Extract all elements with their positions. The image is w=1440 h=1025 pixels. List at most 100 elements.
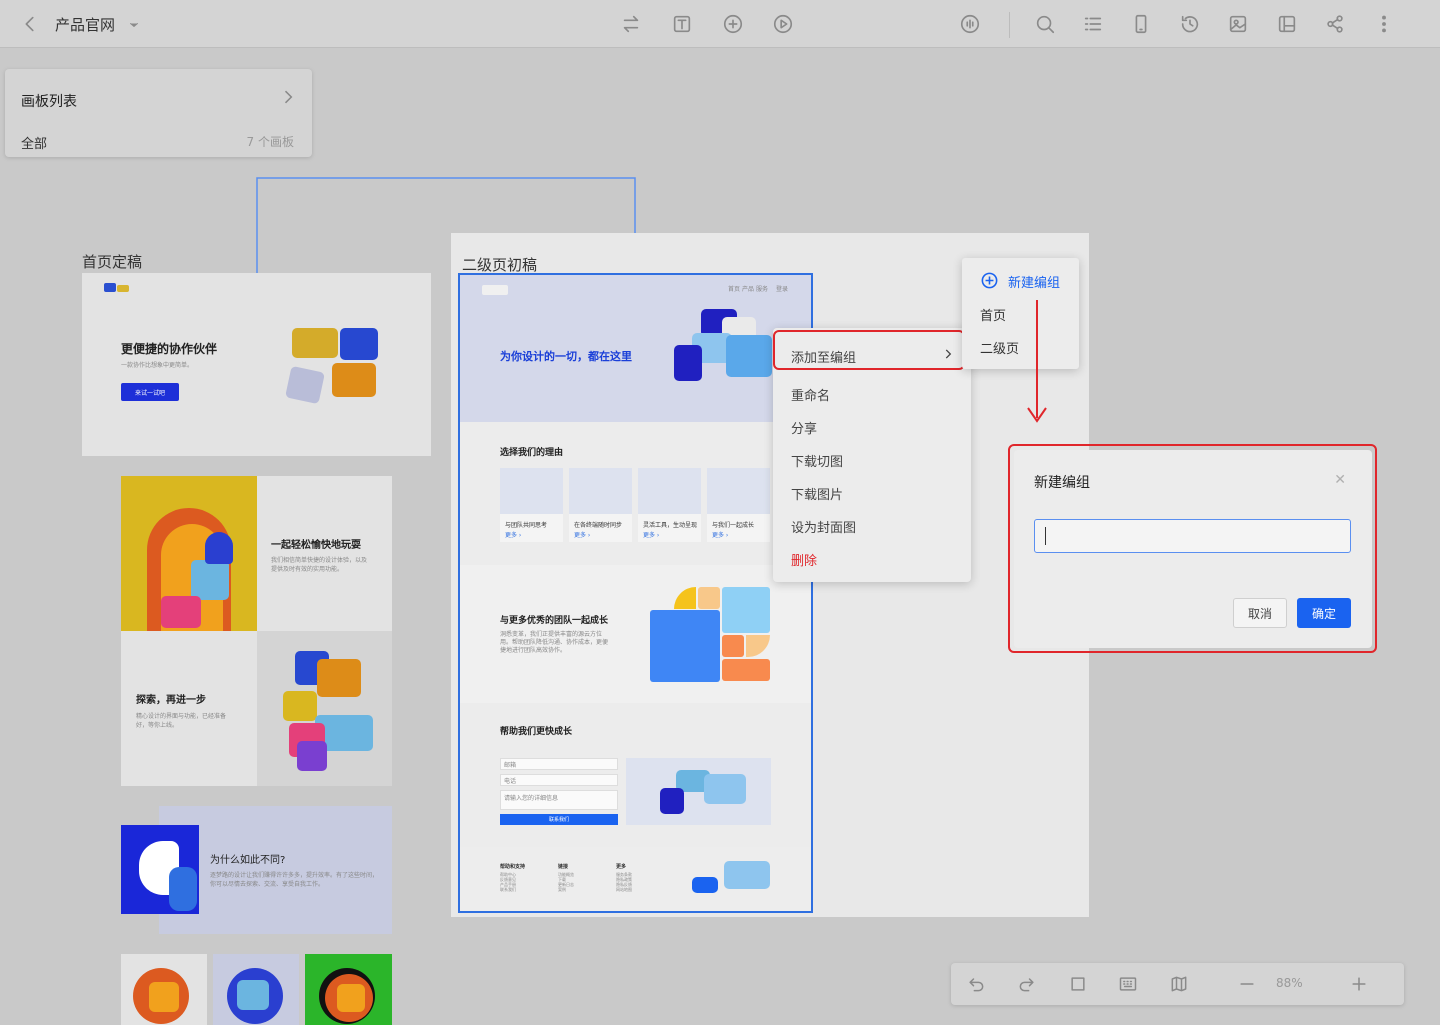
- reason-card[interactable]: 与团队共同思考 更多 ›: [500, 468, 563, 542]
- search-icon[interactable]: [1033, 12, 1057, 36]
- image-icon[interactable]: [1226, 12, 1250, 36]
- logo-icon: [104, 283, 116, 292]
- chevron-right-icon[interactable]: [278, 87, 298, 111]
- email-field[interactable]: 邮箱: [500, 758, 618, 770]
- play-icon[interactable]: [771, 12, 795, 36]
- project-title[interactable]: 产品官网: [55, 14, 115, 35]
- home-hero-subtitle: 一款协作比想象中更简单。: [121, 362, 194, 369]
- back-icon[interactable]: [18, 12, 42, 36]
- share-icon[interactable]: [1323, 12, 1347, 36]
- logo-icon: [482, 285, 508, 295]
- reason-card[interactable]: 与我们一起成长 更多 ›: [707, 468, 770, 542]
- feature-illustration: [257, 631, 392, 786]
- phone-field[interactable]: 电话: [500, 774, 618, 786]
- home-hero-title: 更便捷的协作伙伴: [121, 342, 218, 356]
- nav-item[interactable]: 首页: [728, 284, 740, 293]
- layout-icon[interactable]: [1275, 12, 1299, 36]
- help-title: 帮助我们更快成长: [500, 727, 573, 737]
- footer-link[interactable]: 联系我们: [500, 887, 516, 892]
- cancel-button[interactable]: 取消: [1233, 598, 1287, 628]
- secondary-board[interactable]: 首页 产品 服务 登录 为你设计的一切，都在这里 选择我们的理由 与团队共同思考…: [458, 273, 813, 913]
- board-list-panel[interactable]: 画板列表 全部 7 个画板: [5, 69, 312, 157]
- footer-link[interactable]: 案例: [558, 887, 566, 893]
- section-title: 一起轻松愉快地玩耍: [271, 540, 361, 551]
- redo-icon[interactable]: [1016, 973, 1038, 995]
- undo-icon[interactable]: [965, 973, 987, 995]
- more-icon[interactable]: [1372, 12, 1396, 36]
- secondary-board-label[interactable]: 二级页初稿: [462, 254, 537, 275]
- close-icon[interactable]: ✕: [1334, 472, 1346, 488]
- section-text: 我们相信简单快捷的设计体验，以及提供及时有效的实用功能。: [271, 557, 368, 573]
- footer-col-title: 帮助和支持: [500, 864, 526, 870]
- reason-card[interactable]: 灵活工具，生动呈现 更多 ›: [638, 468, 701, 542]
- logo-accent: [117, 285, 129, 292]
- message-field[interactable]: 请输入您的详细信息: [500, 790, 618, 810]
- nav-item[interactable]: 服务: [756, 284, 768, 293]
- home-footer-board[interactable]: [121, 954, 392, 1025]
- section-title: 探索，再进一步: [136, 695, 206, 706]
- menu-item-set-cover[interactable]: 设为封面图: [791, 517, 856, 536]
- chat-bubble-illustration: [340, 328, 378, 360]
- zoom-out-icon[interactable]: [1236, 973, 1258, 995]
- history-icon[interactable]: [1178, 12, 1202, 36]
- toolbar-divider: [1009, 12, 1010, 38]
- section-text: 精心设计的界面与功能，已经准备好，等你上线。: [136, 713, 227, 729]
- grow-text: 洞悉变革，我们正提供丰富的源云方位用。帮助团队降低沟通、协作成本，更便捷地进行团…: [500, 631, 609, 654]
- list-icon[interactable]: [1081, 12, 1105, 36]
- mobile-icon[interactable]: [1129, 12, 1153, 36]
- new-group-option[interactable]: 新建编组: [1008, 272, 1060, 291]
- home-hero-button[interactable]: 来试一试吧: [121, 383, 179, 401]
- home-board-label[interactable]: 首页定稿: [82, 251, 142, 272]
- highlight-frame: [773, 330, 965, 370]
- reason-card[interactable]: 在各终端随时同步 更多 ›: [569, 468, 632, 542]
- keyboard-icon[interactable]: [1117, 973, 1139, 995]
- menu-item-rename[interactable]: 重命名: [791, 385, 830, 404]
- confirm-button[interactable]: 确定: [1297, 598, 1351, 628]
- zoom-in-icon[interactable]: [1348, 973, 1370, 995]
- secondary-hero: 首页 产品 服务 登录 为你设计的一切，都在这里: [460, 275, 811, 422]
- chevron-down-icon[interactable]: [122, 13, 146, 37]
- chat-bubble-illustration: [292, 328, 338, 358]
- board-count: 7 个画板: [246, 135, 294, 149]
- secondary-footer: 帮助和支持 帮助中心 反馈意见 产品手册 联系我们 链接 功能概览 下载 更新日…: [460, 847, 811, 911]
- group-option-secondary[interactable]: 二级页: [980, 338, 1019, 357]
- map-icon[interactable]: [1168, 973, 1190, 995]
- add-circle-icon[interactable]: [980, 271, 999, 294]
- zoom-level[interactable]: 88%: [1276, 976, 1303, 990]
- menu-item-download-image[interactable]: 下载图片: [791, 484, 843, 503]
- feature-text-panel: [121, 631, 257, 786]
- nav-item[interactable]: 产品: [742, 284, 754, 293]
- swap-icon[interactable]: [619, 12, 643, 36]
- footer-link[interactable]: 网站地图: [616, 887, 632, 893]
- section-title: 为什么如此不同?: [210, 855, 286, 866]
- home-features-board[interactable]: 一起轻松愉快地玩耍 我们相信简单快捷的设计体验，以及提供及时有效的实用功能。 探…: [121, 476, 392, 786]
- board-filter[interactable]: 全部: [21, 133, 47, 152]
- group-option-home[interactable]: 首页: [980, 305, 1006, 324]
- group-name-input[interactable]: [1034, 519, 1351, 553]
- feature-illustration: [121, 476, 257, 631]
- section-text: 逐梦路的设计让我们赚得许许多多，提升效率。有了这些时间，你可以尽情去探索、交流、…: [210, 872, 379, 888]
- nav-item[interactable]: 登录: [776, 284, 788, 293]
- annotation-arrow: [1027, 300, 1047, 423]
- contact-submit-button[interactable]: 联系我们: [500, 814, 618, 825]
- grow-title: 与更多优秀的团队一起成长: [500, 616, 609, 626]
- help-illustration: [626, 758, 771, 825]
- home-hero-board[interactable]: 更便捷的协作伙伴 一款协作比想象中更简单。 来试一试吧: [82, 273, 431, 456]
- group-submenu: 新建编组 首页 二级页: [962, 258, 1079, 369]
- menu-item-delete[interactable]: 删除: [791, 550, 817, 569]
- footer-col-title: 链接: [558, 864, 569, 870]
- new-group-dialog: 新建编组 ✕ 取消 确定: [1014, 450, 1372, 648]
- menu-item-download-slices[interactable]: 下载切图: [791, 451, 843, 470]
- menu-item-share[interactable]: 分享: [791, 418, 817, 437]
- grow-section: 与更多优秀的团队一起成长 洞悉变革，我们正提供丰富的源云方位用。帮助团队降低沟通…: [460, 565, 811, 703]
- voice-icon[interactable]: [958, 12, 982, 36]
- frame-icon[interactable]: [1067, 973, 1089, 995]
- footer-col-title: 更多: [616, 864, 627, 870]
- add-circle-icon[interactable]: [721, 12, 745, 36]
- reasons-title: 选择我们的理由: [500, 448, 564, 458]
- top-toolbar: 产品官网: [0, 0, 1440, 48]
- text-icon[interactable]: [670, 12, 694, 36]
- secondary-hero-title: 为你设计的一切，都在这里: [500, 350, 632, 363]
- home-why-board[interactable]: 为什么如此不同? 逐梦路的设计让我们赚得许许多多，提升效率。有了这些时间，你可以…: [121, 806, 392, 934]
- chat-bubble-illustration: [285, 365, 325, 405]
